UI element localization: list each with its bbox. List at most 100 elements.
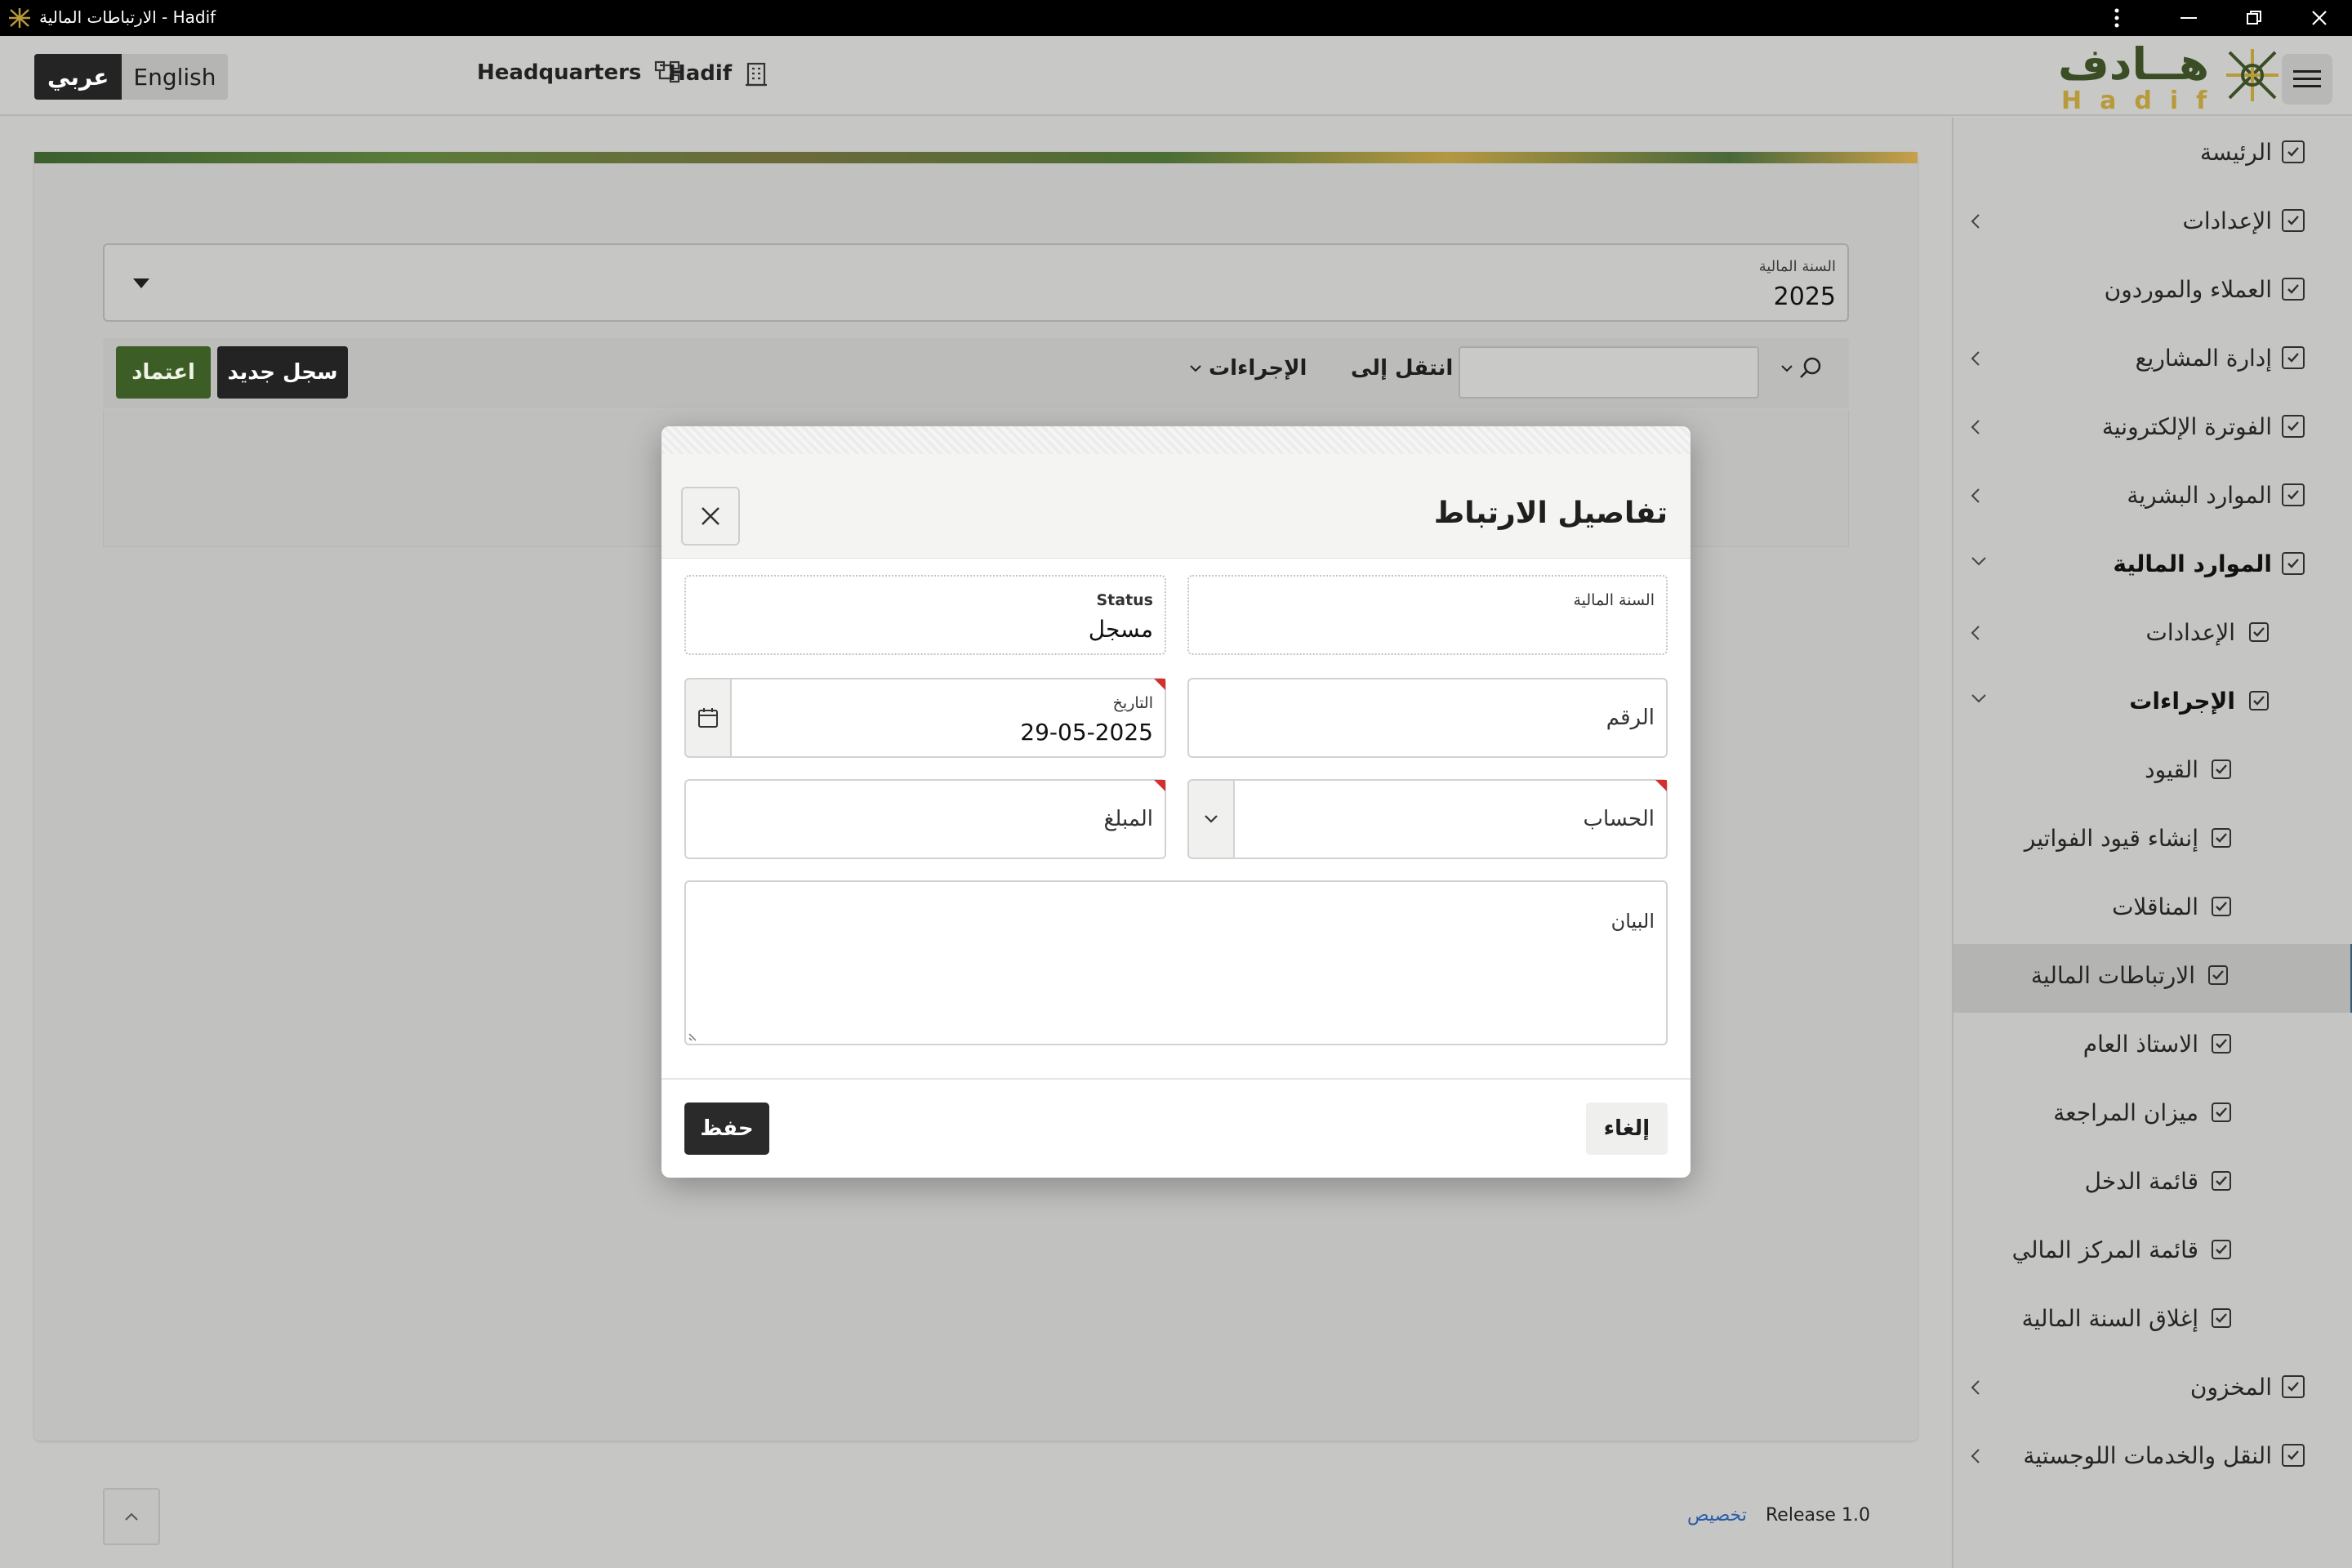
close-icon	[700, 506, 721, 527]
checkbox-icon	[2282, 552, 2305, 575]
sidebar-item[interactable]: الفوترة الإلكترونية	[1953, 395, 2352, 464]
dialog-header: تفاصيل الارتباط	[662, 454, 1690, 559]
fiscal-year-select[interactable]: السنة المالية 2025	[103, 243, 1849, 322]
lang-english-button[interactable]: English	[122, 54, 227, 100]
number-field[interactable]: الرقم	[1187, 678, 1668, 758]
date-picker-button[interactable]	[684, 678, 732, 758]
sidebar-item[interactable]: الرئيسة	[1953, 121, 2352, 189]
hamburger-menu-icon[interactable]	[2282, 54, 2332, 105]
dialog-footer-divider	[662, 1078, 1690, 1080]
sidebar-item[interactable]: العملاء والموردون	[1953, 258, 2352, 327]
sidebar-item[interactable]: الارتباطات المالية	[1953, 944, 2352, 1013]
sidebar-item[interactable]: الإجراءات	[1953, 670, 2352, 738]
sidebar-item[interactable]: النقل والخدمات اللوجستية	[1953, 1424, 2352, 1493]
checkbox-icon	[2212, 1171, 2231, 1191]
lang-arabic-button[interactable]: عربي	[34, 54, 122, 100]
cancel-button[interactable]: إلغاء	[1586, 1102, 1668, 1155]
sidebar-item-label: الإعدادات	[2145, 619, 2235, 646]
chevron-right-icon[interactable]	[1970, 1447, 1981, 1465]
amount-field[interactable]: المبلغ	[684, 779, 1166, 859]
dialog-close-button[interactable]	[681, 487, 740, 546]
fiscal-year-label: السنة المالية	[1758, 258, 1836, 275]
sidebar-item[interactable]: إنشاء قيود الفواتير	[1953, 807, 2352, 875]
sidebar-item-label: العملاء والموردون	[2104, 276, 2272, 303]
sidebar-item[interactable]: الإعدادات	[1953, 189, 2352, 258]
date-label: التاريخ	[1112, 694, 1153, 712]
approve-button[interactable]: اعتماد	[116, 346, 211, 399]
number-placeholder: الرقم	[1606, 706, 1655, 730]
resize-handle-icon[interactable]	[688, 1029, 701, 1042]
description-placeholder: البيان	[1610, 910, 1655, 933]
close-window-icon[interactable]	[2287, 0, 2352, 36]
header-banner-image	[34, 152, 1918, 163]
description-textarea[interactable]: البيان	[684, 880, 1668, 1045]
sidebar-item[interactable]: الإعدادات	[1953, 601, 2352, 670]
checkbox-icon	[2282, 140, 2305, 163]
checkbox-icon	[2212, 897, 2231, 916]
calendar-icon	[697, 707, 719, 728]
sidebar-item-label: الرئيسة	[2200, 139, 2272, 166]
sidebar-item-label: الموارد المالية	[2113, 550, 2272, 577]
company-selector[interactable]: Hadif	[668, 60, 768, 87]
checkbox-icon	[2282, 415, 2305, 438]
scroll-to-top-button[interactable]	[103, 1488, 160, 1545]
sidebar-item[interactable]: الموارد البشرية	[1953, 464, 2352, 532]
save-button[interactable]: حفظ	[684, 1102, 769, 1155]
sidebar-item[interactable]: ميزان المراجعة	[1953, 1081, 2352, 1150]
checkbox-icon	[2212, 1102, 2231, 1122]
sidebar-item[interactable]: الاستاذ العام	[1953, 1013, 2352, 1081]
chevron-right-icon[interactable]	[1970, 1379, 1981, 1396]
chevron-down-icon[interactable]	[1970, 555, 1988, 567]
chevron-right-icon[interactable]	[1970, 418, 1981, 436]
building-icon	[745, 60, 768, 87]
sidebar-item-label: قائمة المركز المالي	[2011, 1236, 2198, 1263]
checkbox-icon	[2249, 622, 2269, 642]
minimize-icon[interactable]	[2156, 0, 2221, 36]
company-label: Hadif	[668, 61, 733, 86]
language-switch: عربي English	[34, 54, 228, 100]
checkbox-icon	[2282, 1444, 2305, 1467]
chevron-down-icon[interactable]	[1970, 693, 1988, 704]
more-options-icon[interactable]	[2084, 0, 2149, 36]
account-field[interactable]: الحساب	[1233, 779, 1668, 859]
customize-link[interactable]: تخصيص	[1687, 1505, 1747, 1526]
sidebar-item[interactable]: قائمة الدخل	[1953, 1150, 2352, 1218]
sidebar-item[interactable]: القيود	[1953, 738, 2352, 807]
checkbox-icon	[2208, 965, 2228, 985]
sidebar-item[interactable]: قائمة المركز المالي	[1953, 1218, 2352, 1287]
app-icon	[8, 7, 31, 29]
required-marker	[1154, 679, 1165, 690]
checkbox-icon	[2212, 1240, 2231, 1259]
checkbox-icon	[2212, 828, 2231, 848]
actions-menu-button[interactable]: الإجراءات	[1189, 356, 1307, 381]
search-options-button[interactable]	[1780, 356, 1823, 381]
amount-placeholder: المبلغ	[1103, 807, 1153, 831]
chevron-right-icon[interactable]	[1970, 212, 1981, 230]
dialog-title: تفاصيل الارتباط	[1433, 497, 1668, 530]
sidebar-item[interactable]: إدارة المشاريع	[1953, 327, 2352, 395]
fiscal-year-field-label: السنة المالية	[1573, 591, 1655, 609]
sidebar-item[interactable]: المخزون	[1953, 1356, 2352, 1424]
date-value: 29-05-2025	[1020, 719, 1153, 746]
new-record-button[interactable]: سجل جديد	[217, 346, 348, 399]
sidebar-item[interactable]: إغلاق السنة المالية	[1953, 1287, 2352, 1356]
sidebar-item-label: الاستاذ العام	[2082, 1031, 2198, 1058]
chevron-right-icon[interactable]	[1970, 624, 1981, 642]
date-field[interactable]: التاريخ 29-05-2025	[730, 678, 1166, 758]
chevron-right-icon[interactable]	[1970, 350, 1981, 368]
sidebar-item[interactable]: الموارد المالية	[1953, 532, 2352, 601]
checkbox-icon	[2282, 483, 2305, 506]
window-title: الارتباطات المالية - Hadif	[39, 7, 216, 27]
sidebar-nav: الرئيسة الإعدادات العملاء والموردون إدارة ا…	[1952, 118, 2352, 1568]
checkbox-icon	[2249, 691, 2269, 710]
restore-icon[interactable]	[2221, 0, 2287, 36]
sidebar-item-label: المناقلات	[2112, 893, 2198, 920]
search-input[interactable]	[1459, 346, 1759, 399]
headquarters-label: Headquarters	[477, 60, 642, 85]
sidebar-item[interactable]: المناقلات	[1953, 875, 2352, 944]
account-dropdown-button[interactable]	[1187, 779, 1235, 859]
headquarters-selector[interactable]: Headquarters	[477, 60, 680, 85]
chevron-right-icon[interactable]	[1970, 487, 1981, 505]
sidebar-item-label: المخزون	[2189, 1374, 2272, 1401]
sidebar-item-label: قائمة الدخل	[2084, 1168, 2198, 1195]
